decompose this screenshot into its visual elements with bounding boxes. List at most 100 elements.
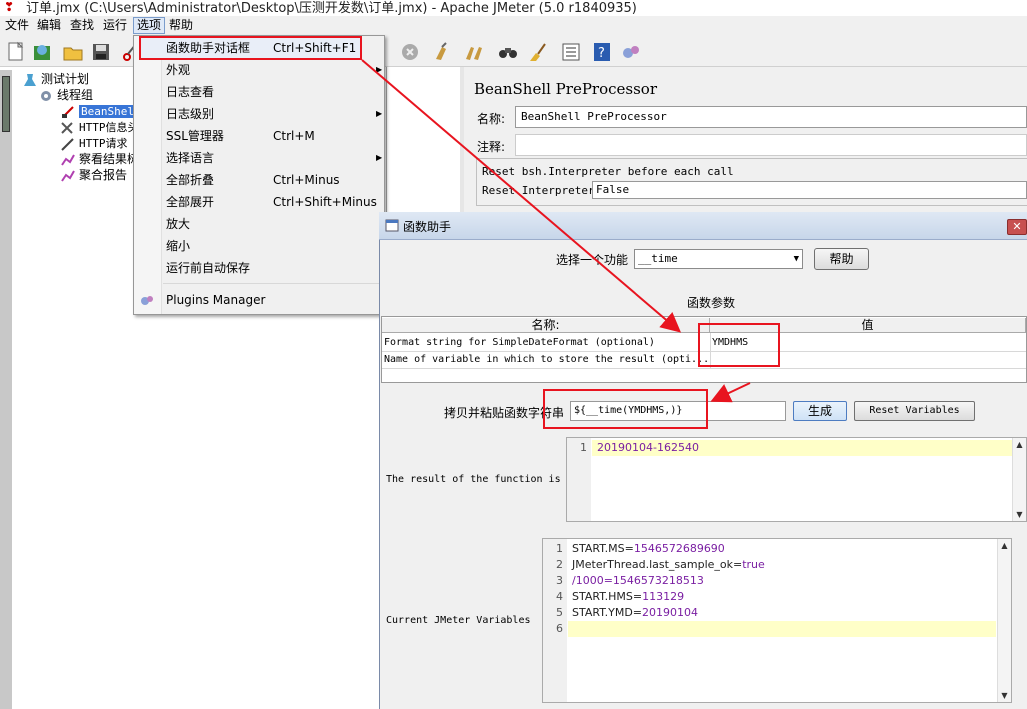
menu-run[interactable]: 运行 [100,17,130,34]
submenu-arrow-icon: ▶ [376,153,383,162]
test-plan-tree: 测试计划 线程组 BeanShell HTTP信息头 HTTP请求 察看结果树 … [12,67,143,709]
param-name-cell: Format string for SimpleDateFormat (opti… [384,337,655,348]
reset-interpreter-select[interactable]: False [592,181,1027,199]
tree-node-label: HTTP信息头 [79,121,139,134]
menu-item-log-viewer[interactable]: 日志查看 [166,83,214,101]
highlighted-value-box [698,323,780,367]
search-binoculars-icon[interactable] [497,41,519,63]
dialog-icon [385,219,399,232]
tree-node-thread-group[interactable]: 线程组 [38,87,93,103]
options-menu-items: 函数助手对话框 Ctrl+Shift+F1 外观 ▶ 日志查看 日志级别 ▶ S… [133,35,385,315]
menu-item-expand-all[interactable]: 全部展开 [166,193,214,211]
open-folder-icon[interactable] [62,41,84,63]
scroll-down-icon[interactable]: ▼ [1013,508,1026,521]
generate-button[interactable]: 生成 [793,401,847,421]
dialog-title-bar[interactable]: 函数助手 [379,212,1027,240]
choose-function-label: 选择一个功能 [556,253,629,267]
reset-interpreter-label: Reset Interpreter: [482,184,602,197]
tree-node-http-request[interactable]: HTTP请求 [60,135,128,151]
window-title: 订单.jmx (C:\Users\Administrator\Desktop\压… [26,1,637,16]
menu-help[interactable]: 帮助 [166,17,196,34]
tree-node-label: 聚合报告 [79,168,128,182]
function-list-icon[interactable] [560,41,582,63]
menu-item-save-before-run[interactable]: 运行前自动保存 [166,259,250,277]
name-label: 名称: [477,112,506,126]
jmeter-feather-icon: ❣ [4,0,15,14]
menu-item-collapse-all[interactable]: 全部折叠 [166,171,214,189]
shortcut-expand-all: Ctrl+Shift+Minus [273,195,377,209]
menu-file[interactable]: 文件 [2,17,32,34]
vertical-scrollbar[interactable]: ▲ ▼ [997,539,1011,702]
reset-search-broom-icon[interactable] [526,41,548,63]
comment-field[interactable] [515,134,1027,156]
menu-item-log-level[interactable]: 日志级别 [166,105,214,123]
side-scroll-indicator [2,76,10,132]
help-icon[interactable]: ? [591,41,613,63]
tree-node-label: 察看结果树 [79,152,140,166]
gear-icon [41,90,51,101]
current-line-highlight [568,621,996,637]
variable-line: START.MS=1546572689690 [572,542,725,555]
variable-line: JMeterThread.last_sample_ok=true [572,558,765,571]
wrench-icon [61,121,73,134]
pen-icon [61,137,74,151]
tree-node-view-results[interactable]: 察看结果树 [60,151,139,167]
menu-options[interactable]: 选项 [133,17,166,34]
tree-blank-area [386,67,460,212]
highlighted-function-string-box [543,389,708,429]
menu-edit[interactable]: 编辑 [34,17,64,34]
plugins-icon[interactable] [620,41,642,63]
name-field[interactable]: BeanShell PreProcessor [515,106,1027,128]
scroll-up-icon[interactable]: ▲ [998,539,1011,552]
menu-search[interactable]: 查找 [67,17,97,34]
templates-icon[interactable] [31,41,53,63]
group-title: Reset bsh.Interpreter before each call [482,165,734,178]
variables-text-area[interactable]: 1 START.MS=1546572689690 2 JMeterThread.… [542,538,1012,703]
tree-node-aggregate-report[interactable]: 聚合报告 [60,167,127,183]
shutdown-icon[interactable] [399,41,421,63]
menu-item-function-helper[interactable]: 函数助手对话框 [166,39,250,57]
title-bar: ❣ 订单.jmx (C:\Users\Administrator\Desktop… [0,0,1027,16]
tree-node-test-plan[interactable]: 测试计划 [22,71,89,87]
clear-all-icon[interactable] [463,41,485,63]
function-select-value: __time [638,252,678,265]
menu-item-zoom-in[interactable]: 放大 [166,215,190,233]
menu-item-plugins-manager[interactable]: Plugins Manager [166,291,265,309]
menu-item-zoom-out[interactable]: 缩小 [166,237,190,255]
menu-item-ssl-manager[interactable]: SSL管理器 [166,127,224,145]
new-file-icon[interactable] [5,41,27,63]
variable-line: /1000=1546573218513 [572,574,704,587]
left-side-strip [0,70,12,709]
save-icon[interactable] [90,41,112,63]
clear-icon[interactable] [432,41,454,63]
result-label: The result of the function is [386,474,561,485]
test-plan-icon [24,73,36,86]
function-select[interactable]: __time ▼ [634,249,803,269]
scroll-down-icon[interactable]: ▼ [998,689,1011,702]
result-text-area[interactable]: 1 20190104-162540 ▲ ▼ [566,437,1027,522]
line-number: 1 [580,441,587,454]
line-number: 1 [556,542,563,555]
column-header-name: 名称: [382,318,710,333]
menu-item-choose-language[interactable]: 选择语言 [166,149,214,167]
tree-node-http-header[interactable]: HTTP信息头 [60,119,139,135]
comment-label: 注释: [477,140,506,154]
help-button[interactable]: 帮助 [814,248,869,270]
reset-variables-button[interactable]: Reset Variables [854,401,975,421]
line-number: 5 [556,606,563,619]
tree-node-beanshell[interactable]: BeanShell [60,103,143,119]
menu-item-look-and-feel[interactable]: 外观 [166,61,190,79]
vertical-scrollbar[interactable]: ▲ ▼ [1012,438,1026,521]
svg-text:?: ? [598,46,605,61]
shortcut-function-helper: Ctrl+Shift+F1 [273,41,357,55]
tree-node-label: HTTP请求 [79,137,128,150]
close-icon[interactable]: ✕ [1007,219,1027,235]
tree-node-label: 测试计划 [41,72,90,86]
submenu-arrow-icon: ▶ [376,65,383,74]
line-number: 6 [556,622,563,635]
chevron-down-icon: ▼ [793,254,799,264]
menu-separator [163,283,383,284]
plugins-icon [141,296,153,305]
shortcut-collapse-all: Ctrl+Minus [273,173,340,187]
scroll-up-icon[interactable]: ▲ [1013,438,1026,451]
